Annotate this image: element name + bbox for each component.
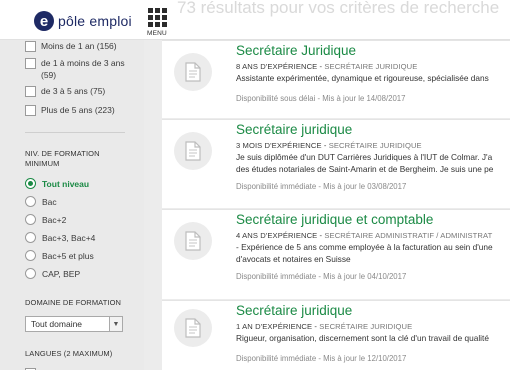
domaine-select-value: Tout domaine	[31, 319, 83, 329]
domaine-select[interactable]: Tout domaine ▼	[25, 316, 123, 332]
result-status: Disponibilité immédiate - Mis à jour le …	[236, 354, 407, 363]
niveau-option[interactable]: Bac+3, Bac+4	[25, 232, 95, 243]
menu-label: MENU	[147, 30, 167, 37]
radio-button[interactable]	[25, 178, 36, 189]
checkbox[interactable]	[25, 58, 36, 69]
experience-option-label: de 3 à 5 ans (75)	[41, 86, 106, 96]
experience-filter-option[interactable]: de 1 à moins de 3 ans (59)	[25, 57, 136, 81]
result-meta: 8 ANS D'EXPÉRIENCE - SECRÉTAIRE JURIDIQU…	[236, 62, 418, 71]
niveau-option[interactable]: Tout niveau	[25, 178, 89, 189]
niveau-option-label: CAP, BEP	[42, 268, 81, 279]
result-card[interactable]: Secrétaire juridique 1 AN D'EXPÉRIENCE -…	[162, 300, 510, 370]
niveau-option[interactable]: Bac+5 et plus	[25, 250, 94, 261]
radio-button[interactable]	[25, 232, 36, 243]
niveau-option[interactable]: Bac	[25, 196, 57, 207]
radio-button[interactable]	[25, 214, 36, 225]
results-count-heading: 73 résultats pour vos critères de recher…	[177, 0, 500, 17]
checkbox[interactable]	[25, 86, 36, 97]
niveau-option-label: Bac+3, Bac+4	[42, 232, 96, 243]
result-description: Rigueur, organisation, discernement sont…	[236, 333, 489, 343]
experience-filter-option[interactable]: de 3 à 5 ans (75)	[25, 85, 136, 97]
result-status: Disponibilité immédiate - Mis à jour le …	[236, 182, 407, 191]
result-meta: 4 ANS D'EXPÉRIENCE - SECRÉTAIRE ADMINIST…	[236, 231, 493, 240]
pole-emploi-logo[interactable]: e pôle emploi	[34, 9, 132, 33]
radio-button[interactable]	[25, 196, 36, 207]
experience-filter-option[interactable]: Moins de 1 an (156)	[25, 40, 136, 52]
document-icon	[174, 309, 212, 347]
niveau-option-label: Bac+2	[42, 214, 67, 225]
result-meta: 3 MOIS D'EXPÉRIENCE - SECRÉTAIRE JURIDIQ…	[236, 141, 422, 150]
niveau-option-label: Tout niveau	[42, 178, 90, 189]
niveau-option-label: Bac	[42, 196, 57, 207]
filter-sidebar: Moins de 1 an (156) de 1 à moins de 3 an…	[0, 40, 144, 370]
niveau-option[interactable]: CAP, BEP	[25, 268, 80, 279]
niveau-option[interactable]: Bac+2	[25, 214, 66, 225]
experience-option-label: de 1 à moins de 3 ans (59)	[41, 58, 125, 80]
document-icon	[174, 53, 212, 91]
langues-title: LANGUES (2 MAXIMUM)	[25, 349, 113, 358]
result-title-link[interactable]: Secrétaire juridique	[236, 303, 352, 318]
result-description: Assistante expérimentée, dynamique et ri…	[236, 73, 489, 83]
radio-button[interactable]	[25, 250, 36, 261]
result-status: Disponibilité sous délai - Mis à jour le…	[236, 94, 406, 103]
experience-filter-option[interactable]: Plus de 5 ans (223)	[25, 104, 136, 116]
result-title-link[interactable]: Secrétaire Juridique	[236, 43, 356, 58]
result-card[interactable]: Secrétaire juridique et comptable 4 ANS …	[162, 209, 510, 299]
document-icon	[174, 222, 212, 260]
result-card[interactable]: Secrétaire juridique 3 MOIS D'EXPÉRIENCE…	[162, 119, 510, 208]
results-list: Secrétaire Juridique 8 ANS D'EXPÉRIENCE …	[144, 40, 510, 370]
result-status: Disponibilité immédiate - Mis à jour le …	[236, 272, 407, 281]
result-meta: 1 AN D'EXPÉRIENCE - SECRÉTAIRE JURIDIQUE	[236, 322, 413, 331]
domaine-formation-title: DOMAINE DE FORMATION	[25, 298, 122, 307]
result-title-link[interactable]: Secrétaire juridique et comptable	[236, 212, 433, 227]
top-header: e pôle emploi MENU 73 résultats pour vos…	[0, 0, 510, 40]
niveau-option-label: Bac+5 et plus	[42, 250, 94, 261]
result-description: Je suis diplômée d'un DUT Carrières Juri…	[236, 152, 494, 174]
logo-mark: e	[34, 11, 54, 31]
experience-option-label: Moins de 1 an (156)	[41, 41, 117, 51]
chevron-down-icon: ▼	[109, 317, 122, 331]
grid-menu-icon	[147, 8, 167, 27]
result-title-link[interactable]: Secrétaire juridique	[236, 122, 352, 137]
logo-text: pôle emploi	[58, 13, 132, 29]
menu-button[interactable]: MENU	[143, 8, 171, 37]
document-icon	[174, 132, 212, 170]
section-divider	[25, 132, 125, 133]
checkbox[interactable]	[25, 41, 36, 52]
result-description: - Expérience de 5 ans comme employée à l…	[236, 242, 493, 264]
experience-option-label: Plus de 5 ans (223)	[41, 105, 115, 115]
checkbox[interactable]	[25, 105, 36, 116]
result-card[interactable]: Secrétaire Juridique 8 ANS D'EXPÉRIENCE …	[162, 40, 510, 118]
niveau-formation-title: NIV. DE FORMATION MINIMUM	[25, 149, 100, 168]
radio-button[interactable]	[25, 268, 36, 279]
